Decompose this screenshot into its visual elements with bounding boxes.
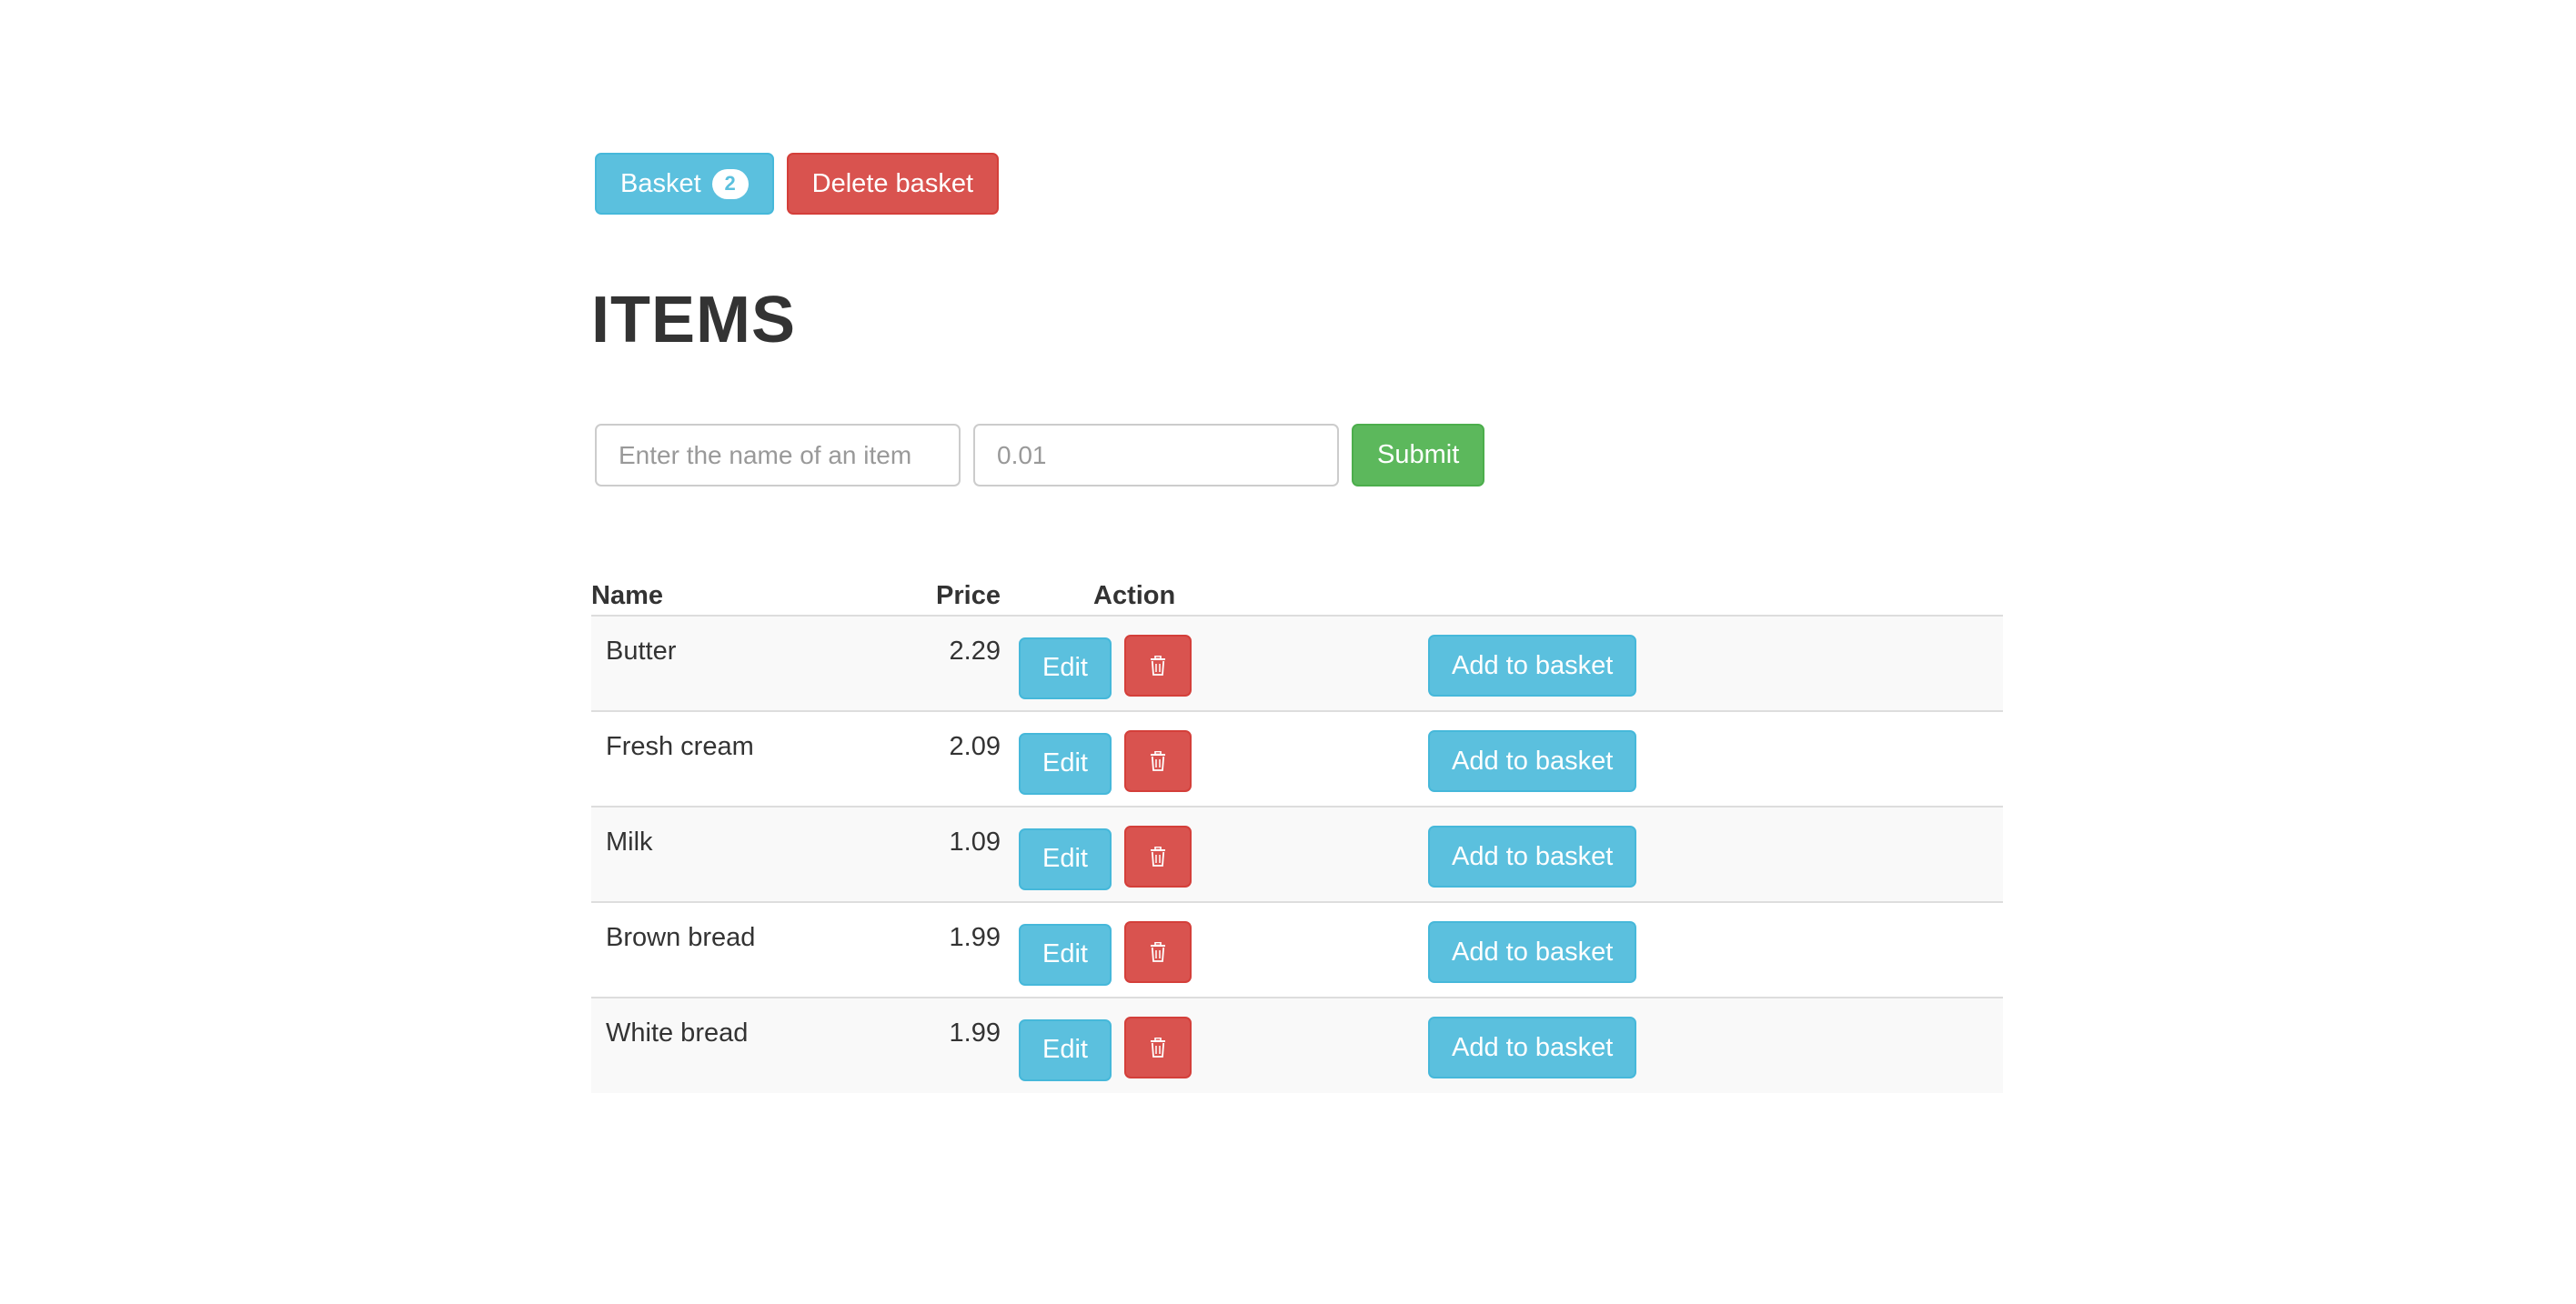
trash-icon: [1150, 656, 1165, 676]
item-actions: Edit: [1001, 997, 1428, 1093]
add-to-basket-button[interactable]: Add to basket: [1428, 635, 1637, 697]
edit-button[interactable]: Edit: [1019, 637, 1112, 699]
item-price: 1.99: [873, 997, 1001, 1093]
item-name: Milk: [591, 806, 873, 902]
delete-item-button[interactable]: [1123, 826, 1192, 888]
column-header-action: Action: [1001, 562, 1428, 617]
basket-button-label: Basket: [620, 168, 701, 198]
item-actions: Edit: [1001, 806, 1428, 902]
column-header-name: Name: [591, 562, 873, 617]
table-header-row: Name Price Action: [591, 562, 2003, 617]
item-actions: Edit: [1001, 901, 1428, 998]
item-name: Fresh cream: [591, 710, 873, 807]
item-name: Brown bread: [591, 901, 873, 998]
item-name: Butter: [591, 616, 873, 711]
item-price: 1.99: [873, 901, 1001, 998]
items-table: Name Price Action Butter 2.29 Edit Add t: [591, 562, 2003, 1093]
edit-button[interactable]: Edit: [1019, 923, 1112, 986]
delete-item-button[interactable]: [1123, 635, 1192, 697]
delete-item-button[interactable]: [1123, 730, 1192, 792]
add-item-form: Submit: [595, 424, 1485, 486]
item-basket-cell: Add to basket: [1428, 901, 2003, 998]
table-row: Fresh cream 2.09 Edit Add to basket: [591, 710, 2003, 807]
column-header-price: Price: [873, 562, 1001, 617]
item-price: 2.29: [873, 616, 1001, 711]
item-price: 2.09: [873, 710, 1001, 807]
item-basket-cell: Add to basket: [1428, 616, 2003, 711]
edit-button[interactable]: Edit: [1019, 828, 1112, 890]
basket-count-badge: 2: [711, 168, 749, 199]
add-to-basket-button[interactable]: Add to basket: [1428, 826, 1637, 888]
item-actions: Edit: [1001, 616, 1428, 711]
submit-button[interactable]: Submit: [1352, 424, 1485, 486]
item-basket-cell: Add to basket: [1428, 710, 2003, 807]
trash-icon: [1150, 942, 1165, 962]
table-row: Brown bread 1.99 Edit Add to basket: [591, 901, 2003, 998]
trash-icon: [1150, 847, 1165, 867]
basket-button[interactable]: Basket 2: [595, 153, 774, 215]
add-to-basket-button[interactable]: Add to basket: [1428, 730, 1637, 792]
item-basket-cell: Add to basket: [1428, 806, 2003, 902]
delete-item-button[interactable]: [1123, 1017, 1192, 1078]
table-row: Milk 1.09 Edit Add to basket: [591, 806, 2003, 902]
trash-icon: [1150, 1038, 1165, 1058]
item-name-input[interactable]: [595, 424, 961, 486]
trash-icon: [1150, 751, 1165, 771]
column-header-empty: [1428, 562, 2003, 617]
delete-item-button[interactable]: [1123, 921, 1192, 983]
delete-basket-button[interactable]: Delete basket: [786, 153, 999, 215]
add-to-basket-button[interactable]: Add to basket: [1428, 1017, 1637, 1078]
edit-button[interactable]: Edit: [1019, 732, 1112, 795]
table-row: Butter 2.29 Edit Add to basket: [591, 616, 2003, 711]
item-actions: Edit: [1001, 710, 1428, 807]
item-price-input[interactable]: [973, 424, 1339, 486]
item-name: White bread: [591, 997, 873, 1093]
table-row: White bread 1.99 Edit Add to basket: [591, 997, 2003, 1093]
edit-button[interactable]: Edit: [1019, 1018, 1112, 1081]
item-price: 1.09: [873, 806, 1001, 902]
page-title: ITEMS: [591, 284, 797, 356]
basket-toolbar: Basket 2 Delete basket: [595, 153, 999, 215]
add-to-basket-button[interactable]: Add to basket: [1428, 921, 1637, 983]
item-basket-cell: Add to basket: [1428, 997, 2003, 1093]
